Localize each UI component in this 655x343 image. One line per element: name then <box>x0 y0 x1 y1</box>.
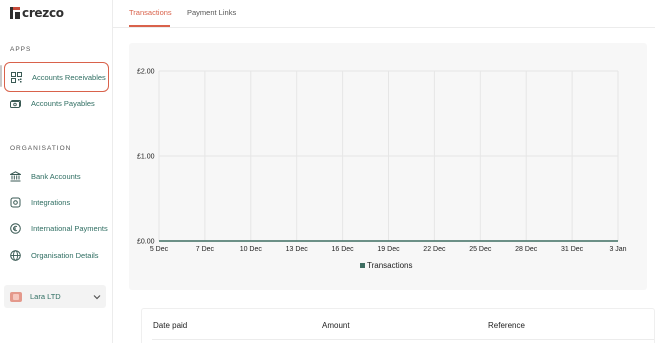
table-header-divider <box>152 339 654 340</box>
y-tick-label: £1.00 <box>137 154 155 161</box>
sidebar-item-label: International Payments <box>31 223 108 233</box>
x-tick-label: 7 Dec <box>196 246 215 253</box>
y-tick-label: £2.00 <box>137 69 155 76</box>
sidebar-item-international-payments[interactable]: International Payments <box>4 213 109 243</box>
sidebar: crezco APPS Accounts Receivables Account… <box>0 0 113 343</box>
organisation-section-title: ORGANISATION <box>10 145 72 152</box>
legend-label: Transactions <box>367 261 413 270</box>
tab-transactions[interactable]: Transactions <box>129 8 172 17</box>
euro-icon <box>10 222 21 234</box>
qr-code-icon <box>11 71 22 83</box>
x-tick-label: 16 Dec <box>332 246 355 253</box>
organisation-avatar <box>10 291 22 302</box>
x-tick-label: 22 Dec <box>423 246 446 253</box>
sidebar-item-accounts-payables[interactable]: Accounts Payables <box>4 88 109 118</box>
chevron-down-icon <box>92 292 102 302</box>
globe-icon <box>10 249 21 261</box>
organisation-name: Lara LTD <box>30 292 61 301</box>
tab-bar: Transactions Payment Links <box>113 0 655 28</box>
x-tick-label: 19 Dec <box>377 246 400 253</box>
sidebar-item-label: Bank Accounts <box>31 171 81 181</box>
x-tick-label: 25 Dec <box>469 246 492 253</box>
legend-swatch <box>360 263 365 268</box>
column-header-reference[interactable]: Reference <box>488 321 525 330</box>
transactions-chart: £0.00 £1.00 £2.00 5 Dec 7 Dec 10 Dec 13 Dec 16 … <box>129 43 647 290</box>
x-tick-label: 5 Dec <box>150 246 169 253</box>
column-header-amount[interactable]: Amount <box>322 321 350 330</box>
cog-icon <box>10 197 21 208</box>
y-tick-label: £0.00 <box>137 239 155 246</box>
x-tick-label: 13 Dec <box>286 246 309 253</box>
sidebar-item-label: Organisation Details <box>31 250 99 260</box>
logo[interactable]: crezco <box>10 6 64 20</box>
sidebar-item-label: Accounts Receivables <box>32 72 106 82</box>
chart-svg: £0.00 £1.00 £2.00 5 Dec 7 Dec 10 Dec 13 Dec 16 … <box>137 69 627 271</box>
active-indicator <box>0 65 2 87</box>
transactions-table: Date paid Amount Reference <box>141 308 655 343</box>
x-tick-label: 31 Dec <box>561 246 584 253</box>
organisation-select[interactable]: Lara LTD <box>4 285 106 308</box>
sidebar-item-organisation-details[interactable]: Organisation Details <box>4 240 109 270</box>
cash-icon <box>10 98 21 109</box>
active-tab-underline <box>129 25 170 27</box>
sidebar-item-label: Accounts Payables <box>31 98 95 108</box>
logo-text: crezco <box>22 6 64 20</box>
x-tick-label: 3 Jan <box>609 246 626 253</box>
logo-mark-icon <box>10 7 20 19</box>
tab-payment-links[interactable]: Payment Links <box>187 8 236 17</box>
sidebar-item-label: Integrations <box>31 197 71 207</box>
x-tick-label: 28 Dec <box>515 246 538 253</box>
bank-icon <box>10 170 21 182</box>
x-tick-label: 10 Dec <box>240 246 263 253</box>
column-header-date-paid[interactable]: Date paid <box>153 321 187 330</box>
apps-section-title: APPS <box>10 46 32 53</box>
